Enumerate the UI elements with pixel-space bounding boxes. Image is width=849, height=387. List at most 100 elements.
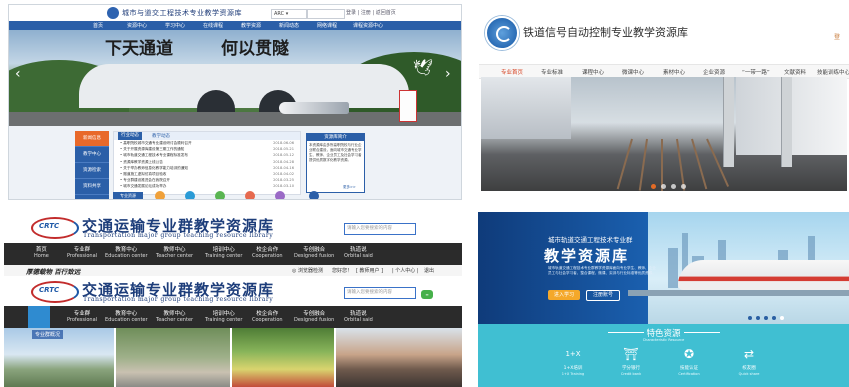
railway-logo-icon xyxy=(485,16,519,50)
category-icon[interactable] xyxy=(275,191,285,199)
nav-item-professional[interactable]: 专业群 Professional xyxy=(67,309,97,323)
feature-sublabel: Quick share xyxy=(738,372,760,376)
nav-item[interactable]: 素材中心 xyxy=(663,68,685,76)
campus-stone-photo[interactable] xyxy=(116,328,230,387)
nav-item-cooperation[interactable]: 校企合作 Cooperation xyxy=(252,309,283,323)
nav-item[interactable]: 资源中心 xyxy=(127,22,147,29)
carousel-prev-button[interactable]: ‹ xyxy=(15,66,21,82)
enter-learning-button[interactable]: 进入学习 xyxy=(548,290,580,300)
carousel-dot[interactable] xyxy=(681,184,686,189)
nav-item[interactable]: 技能训练中心 xyxy=(817,68,849,76)
top-links[interactable]: 登录 | 注册 | 返回首页 xyxy=(346,9,396,16)
side-menu-item[interactable]: 资源检索 xyxy=(75,163,109,179)
carousel-dot[interactable] xyxy=(748,316,752,320)
nav-item-orbital[interactable]: 轨道说 Orbital said xyxy=(344,309,373,323)
nav-item-fusion[interactable]: 专创融合 Designed fusion xyxy=(294,245,334,259)
language-select[interactable]: ARC ▾ xyxy=(271,9,307,19)
carousel-dot[interactable] xyxy=(756,316,760,320)
nav-item-training[interactable]: 培训中心 Training center xyxy=(205,245,242,259)
register-button[interactable]: 注册账号 xyxy=(586,290,620,301)
nav-item-home[interactable]: 首页 Home xyxy=(34,245,49,259)
rail-viaduct xyxy=(628,290,849,296)
nav-item-training[interactable]: 培训中心 Training center xyxy=(205,309,242,323)
nav-item-teacher[interactable]: 教师中心 Teacher center xyxy=(156,245,193,259)
carousel-next-button[interactable]: › xyxy=(445,66,451,82)
top-bar: 城市与道交工程技术专业教学资源库 ARC ▾ 登录 | 注册 | 返回首页 xyxy=(9,5,461,22)
home-tile[interactable] xyxy=(28,306,50,328)
station-pillar xyxy=(723,77,734,167)
user-role[interactable]: [ 教师用户 ] xyxy=(356,267,383,274)
nav-item[interactable]: 微课中心 xyxy=(622,68,644,76)
training-1x-icon[interactable]: 1+X xyxy=(564,345,582,363)
side-menu-item[interactable]: 资料共享 xyxy=(75,179,109,195)
nav-item-education[interactable]: 教育中心 Education center xyxy=(105,309,148,323)
nav-item-cooperation[interactable]: 校企合作 Cooperation xyxy=(252,245,283,259)
news-item[interactable]: • 城市交通发展论坛成功举办 2018-03-10 xyxy=(114,183,300,189)
nav-item[interactable]: 课程中心 xyxy=(582,68,604,76)
category-icon[interactable] xyxy=(185,191,195,199)
nav-item[interactable]: “一带一路” xyxy=(742,68,770,76)
nav-item[interactable]: 专业首页 xyxy=(501,68,523,76)
nav-item[interactable]: 新闻动态 xyxy=(279,22,299,29)
carousel-dot[interactable] xyxy=(780,316,784,320)
search-input[interactable]: 请输入您要搜索的内容 xyxy=(344,287,416,299)
nav-item[interactable]: 课程资源中心 xyxy=(353,22,383,29)
nav-item[interactable]: 教学资源 xyxy=(241,22,261,29)
search-input[interactable]: 请输入您要搜索的内容 xyxy=(344,223,416,235)
tab-industry-news[interactable]: 行业动态 xyxy=(118,132,142,140)
feature-label[interactable]: 校友圈 xyxy=(727,365,771,371)
carousel-dot[interactable] xyxy=(651,184,656,189)
flower-bed-photo[interactable] xyxy=(232,328,334,387)
search-input[interactable] xyxy=(307,9,345,19)
feature-label[interactable]: 学分银行 xyxy=(609,365,653,371)
personal-center-link[interactable]: | 个人中心 | xyxy=(392,267,419,274)
side-menu-item[interactable]: 教学中心 xyxy=(75,147,109,163)
nav-item[interactable]: 首页 xyxy=(93,22,103,29)
login-link[interactable]: 登 xyxy=(834,32,840,41)
rail-line xyxy=(676,138,686,191)
browser-check-link[interactable]: ◎ 浏览器检测 xyxy=(292,267,323,274)
photo-strip xyxy=(4,328,462,387)
more-link[interactable]: 更多>> xyxy=(343,185,356,190)
high-speed-train xyxy=(678,260,849,290)
railway-track xyxy=(9,112,461,126)
locomotive-photo[interactable] xyxy=(336,328,462,387)
category-icon[interactable] xyxy=(309,191,319,199)
tab-teaching-news[interactable]: 教学动态 xyxy=(152,133,170,139)
feature-label[interactable]: 1+X培训 xyxy=(551,365,595,371)
carousel-dot[interactable] xyxy=(671,184,676,189)
nav-item-fusion[interactable]: 专创融合 Designed fusion xyxy=(294,309,334,323)
category-icon[interactable] xyxy=(155,191,165,199)
side-menu-item[interactable]: 新闻信息 xyxy=(75,131,109,147)
nav-item[interactable]: 文献资料 xyxy=(784,68,806,76)
category-icon[interactable] xyxy=(245,191,255,199)
professional-overview-label[interactable]: 专业群概况 xyxy=(32,330,64,339)
carousel-dot[interactable] xyxy=(661,184,666,189)
menu-badge-icon[interactable]: ≡ xyxy=(421,290,433,299)
nav-item[interactable]: 专业标准 xyxy=(541,68,563,76)
crtc-logo-icon: CRTC xyxy=(31,281,79,303)
nav-item-professional[interactable]: 专业群 Professional xyxy=(67,245,97,259)
category-icon[interactable] xyxy=(215,191,225,199)
calligraphy-left: 下天通道 xyxy=(105,39,173,59)
certification-icon[interactable]: ✪ xyxy=(680,345,698,363)
nav-item[interactable]: 网络课程 xyxy=(317,22,337,29)
nav-item[interactable]: 企业资源 xyxy=(703,68,725,76)
logout-link[interactable]: 退出 xyxy=(424,267,434,274)
site-title: 铁道信号自动控制专业教学资源库 xyxy=(523,26,688,39)
nav-item[interactable]: 在线课程 xyxy=(203,22,223,29)
school-motto: 厚德载物 百行致远 xyxy=(26,268,81,276)
banner-subtitle: 城市轨道交通工程技术专业群 xyxy=(548,236,633,244)
credit-bank-icon[interactable]: ⛩ xyxy=(622,345,640,363)
nav-item-orbital[interactable]: 轨道说 Orbital said xyxy=(344,245,373,259)
carousel-dot[interactable] xyxy=(772,316,776,320)
share-icon[interactable]: ⇄ xyxy=(740,345,758,363)
nav-item-education[interactable]: 教育中心 Education center xyxy=(105,245,148,259)
main-nav-repeat: 专业群 Professional 教育中心 Education center 教师中… xyxy=(4,306,462,328)
tunnel-facade xyxy=(79,64,409,108)
main-nav: 首页 资源中心 学习中心 在线课程 教学资源 新闻动态 网络课程 课程资源中心 xyxy=(9,21,461,30)
nav-item[interactable]: 学习中心 xyxy=(165,22,185,29)
feature-label[interactable]: 技能认证 xyxy=(667,365,711,371)
nav-item-teacher[interactable]: 教师中心 Teacher center xyxy=(156,309,193,323)
carousel-dot[interactable] xyxy=(764,316,768,320)
